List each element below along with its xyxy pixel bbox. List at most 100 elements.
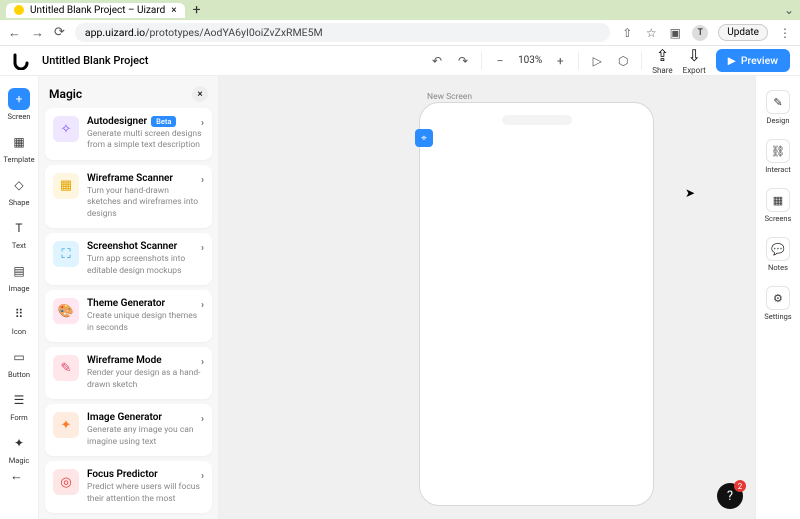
collapse-sidebar-button[interactable]: ←	[10, 465, 23, 484]
favicon	[14, 5, 24, 15]
card-icon: ✦	[53, 412, 79, 438]
text-icon: T	[8, 217, 30, 239]
chevron-down-icon[interactable]: ⌄	[784, 3, 794, 17]
card-icon: ✎	[53, 355, 79, 381]
undo-button[interactable]: ↶	[429, 54, 445, 68]
zoom-level[interactable]: 103%	[518, 55, 542, 66]
play-icon[interactable]: ▷	[589, 54, 605, 68]
magic-icon: ✦	[8, 432, 30, 454]
tab-title: Untitled Blank Project – Uizard	[30, 5, 165, 16]
kebab-menu-icon[interactable]: ⋮	[778, 26, 792, 40]
card-description: Render your design as a hand-drawn sketc…	[87, 368, 204, 391]
export-icon: ⇩	[687, 46, 700, 65]
export-button[interactable]: ⇩ Export	[683, 46, 706, 75]
form-icon: ☰	[8, 389, 30, 411]
right-tool-screens[interactable]: ▦Screens	[765, 184, 792, 227]
left-tool-rail: +Screen▦Template◇ShapeTText▤Image⠿Icon▭B…	[0, 76, 39, 519]
right-tool-notes[interactable]: 💬Notes	[766, 233, 790, 276]
image-icon: ▤	[8, 260, 30, 282]
card-title: Theme Generator	[87, 298, 204, 309]
notes-icon: 💬	[766, 237, 790, 261]
tool-form[interactable]: ☰Form	[0, 385, 38, 426]
right-tool-design[interactable]: ✎Design	[766, 86, 790, 129]
beta-badge: Beta	[151, 116, 176, 127]
card-description: Generate any image you can imagine using…	[87, 425, 204, 448]
close-tab-icon[interactable]: ×	[171, 5, 176, 16]
zoom-in-button[interactable]: +	[552, 54, 568, 68]
card-description: Create unique design themes in seconds	[87, 311, 204, 334]
tool-button[interactable]: ▭Button	[0, 342, 38, 383]
card-title: Wireframe Mode	[87, 355, 204, 366]
card-icon: ◎	[53, 469, 79, 495]
back-button[interactable]: ←	[8, 25, 21, 41]
right-tool-settings[interactable]: ⚙Settings	[764, 282, 791, 325]
magic-card-screenshot-scanner[interactable]: ⛶ Screenshot Scanner Turn app screenshot…	[45, 233, 212, 285]
new-tab-button[interactable]: +	[193, 2, 201, 18]
cursor-icon: ➤	[685, 186, 695, 200]
card-icon: ✧	[53, 116, 79, 142]
update-button[interactable]: Update	[718, 24, 768, 41]
chevron-right-icon: ›	[201, 243, 204, 254]
close-panel-button[interactable]: ×	[192, 86, 208, 102]
forward-button[interactable]: →	[31, 25, 44, 41]
button-icon: ▭	[8, 346, 30, 368]
card-icon: ▦	[53, 173, 79, 199]
card-title: Focus Predictor	[87, 469, 204, 480]
magic-card-wireframe-mode[interactable]: ✎ Wireframe Mode Render your design as a…	[45, 347, 212, 399]
magic-card-theme-generator[interactable]: 🎨 Theme Generator Create unique design t…	[45, 290, 212, 342]
redo-button[interactable]: ↷	[455, 54, 471, 68]
template-icon: ▦	[8, 131, 30, 153]
preview-button[interactable]: ▶ Preview	[716, 49, 790, 72]
handoff-icon[interactable]: ⬡	[615, 54, 631, 68]
browser-tab[interactable]: Untitled Blank Project – Uizard ×	[6, 3, 185, 18]
design-icon: ✎	[766, 90, 790, 114]
right-tool-interact[interactable]: ⛓Interact	[765, 135, 790, 178]
magic-card-focus-predictor[interactable]: ◎ Focus Predictor Predict where users wi…	[45, 461, 212, 513]
card-title: Image Generator	[87, 412, 204, 423]
card-description: Turn app screenshots into editable desig…	[87, 254, 204, 277]
chevron-right-icon: ›	[201, 300, 204, 311]
tool-image[interactable]: ▤Image	[0, 256, 38, 297]
share-button[interactable]: ⇪ Share	[652, 46, 672, 75]
address-bar[interactable]: app.uizard.io/prototypes/AodYA6yI0oiZvZx…	[75, 23, 610, 42]
zoom-out-button[interactable]: −	[492, 54, 508, 68]
magic-card-autodesigner[interactable]: ✧ Autodesigner Beta Generate multi scree…	[45, 108, 212, 160]
upload-icon[interactable]: ⇧	[620, 26, 634, 40]
canvas[interactable]: New Screen ⌖ ➤ ? 2	[219, 76, 755, 519]
screens-icon: ▦	[766, 188, 790, 212]
profile-avatar[interactable]: T	[692, 25, 708, 41]
icon-icon: ⠿	[8, 303, 30, 325]
tool-magic[interactable]: ✦Magic	[0, 428, 38, 469]
app-topbar: Untitled Blank Project ↶ ↷ − 103% + ▷ ⬡ …	[0, 46, 800, 76]
magic-panel: Magic × ✧ Autodesigner Beta Generate mul…	[39, 76, 219, 519]
tool-shape[interactable]: ◇Shape	[0, 170, 38, 211]
help-button[interactable]: ? 2	[717, 483, 743, 509]
screen-label[interactable]: New Screen	[427, 92, 472, 102]
project-title[interactable]: Untitled Blank Project	[42, 54, 419, 67]
app-logo[interactable]	[10, 50, 32, 72]
magic-card-image-generator[interactable]: ✦ Image Generator Generate any image you…	[45, 404, 212, 456]
star-icon[interactable]: ☆	[644, 26, 658, 40]
card-description: Turn your hand-drawn sketches and wirefr…	[87, 186, 204, 220]
tool-text[interactable]: TText	[0, 213, 38, 254]
card-description: Predict where users will focus their att…	[87, 482, 204, 505]
chevron-right-icon: ›	[201, 357, 204, 368]
tool-template[interactable]: ▦Template	[0, 127, 38, 168]
tool-screen[interactable]: +Screen	[0, 84, 38, 125]
magic-card-wireframe-scanner[interactable]: ▦ Wireframe Scanner Turn your hand-drawn…	[45, 165, 212, 228]
interact-icon: ⛓	[766, 139, 790, 163]
play-icon: ▶	[728, 54, 736, 67]
selection-handle-icon[interactable]: ⌖	[415, 129, 433, 147]
tool-icon[interactable]: ⠿Icon	[0, 299, 38, 340]
chevron-right-icon: ›	[201, 118, 204, 129]
phone-frame[interactable]: ⌖	[419, 102, 654, 506]
panel-list: ✧ Autodesigner Beta Generate multi scree…	[39, 108, 218, 519]
url-domain: app.uizard.io	[85, 26, 145, 39]
reload-button[interactable]: ⟳	[54, 25, 65, 40]
card-title: Autodesigner Beta	[87, 116, 204, 127]
settings-icon: ⚙	[766, 286, 790, 310]
right-tool-rail: ✎Design ⛓Interact ▦Screens 💬Notes ⚙Settings	[755, 76, 800, 519]
panel-icon[interactable]: ▣	[668, 26, 682, 40]
url-path: /prototypes/AodYA6yI0oiZvZxRME5M	[145, 26, 323, 39]
browser-tab-strip: Untitled Blank Project – Uizard × + ⌄	[0, 0, 800, 20]
